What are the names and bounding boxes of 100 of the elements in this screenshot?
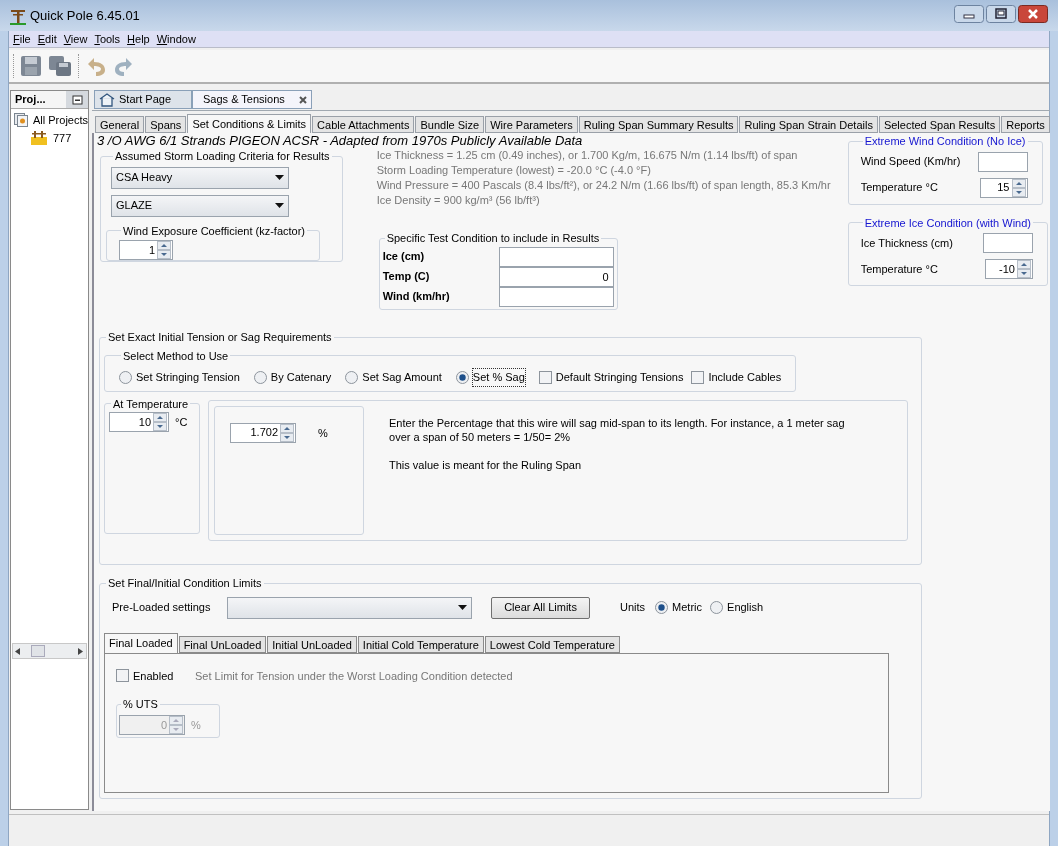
checkbox-label[interactable]: Default Stringing Tensions <box>555 369 684 386</box>
field-label: Ice (cm) <box>382 249 426 265</box>
number-spinner[interactable]: 1.702 <box>230 422 297 443</box>
hint-text: Set Limit for Tension under the Worst Loading Condition detected <box>195 668 513 684</box>
conductor-heading: 3 /O AWG 6/1 Strands PIGEON ACSR - Adapted from 1970s Publicly Available Data <box>97 133 584 148</box>
number-spinner[interactable]: -10 <box>985 259 1033 279</box>
maximize-icon[interactable] <box>986 4 1016 23</box>
radio-label[interactable]: Metric <box>672 599 703 616</box>
checkbox[interactable] <box>538 370 552 384</box>
info-text: Ice Thickness = 1.25 cm (0.49 inches), or 1.700 Kg/m, 16.675 N/m (1.14 lbs/ft) of span <box>376 148 799 163</box>
unit-label: % <box>191 717 201 733</box>
scroll-thumb[interactable] <box>31 645 45 657</box>
number-spinner[interactable]: 1 <box>119 240 174 260</box>
radio-button[interactable] <box>253 370 267 384</box>
radio-button[interactable] <box>455 370 469 384</box>
spinner-value: 1.702 <box>249 425 280 441</box>
pole-project-icon <box>30 131 48 145</box>
document-tab[interactable]: Start Page <box>94 90 193 109</box>
tab-label: Sags & Tensions <box>203 92 285 108</box>
radio-label[interactable]: Set Sag Amount <box>362 369 442 386</box>
menu-item[interactable]: File <box>13 30 31 48</box>
checkbox-label[interactable]: Enabled <box>133 667 192 684</box>
menu-item[interactable]: View <box>63 30 88 48</box>
tab[interactable]: Final Loaded <box>104 632 178 653</box>
tab[interactable]: General <box>95 116 145 133</box>
radio-label[interactable]: By Catenary <box>270 369 332 386</box>
caret-icon <box>275 203 285 208</box>
save-icon[interactable] <box>20 55 42 77</box>
radio-label[interactable]: Set Stringing Tension <box>136 369 240 386</box>
menu-item[interactable]: Help <box>127 30 150 48</box>
dropdown[interactable]: CSA Heavy <box>111 166 290 189</box>
tab[interactable]: Cable Attachments <box>312 116 415 133</box>
dropdown[interactable]: GLAZE <box>111 194 290 217</box>
window-title: Quick Pole 6.45.01 <box>30 6 140 25</box>
field-label: Wind (km/hr) <box>382 289 451 305</box>
dropdown[interactable] <box>227 596 473 619</box>
number-spinner[interactable]: 15 <box>979 177 1028 198</box>
checkbox-label[interactable]: Include Cables <box>708 369 782 386</box>
tab[interactable]: Ruling Span Strain Details <box>739 116 878 133</box>
field-label: Units <box>620 600 646 616</box>
tab[interactable]: Set Conditions & Limits <box>187 114 312 133</box>
radio-button[interactable] <box>655 601 669 614</box>
tab[interactable]: Lowest Cold Temperature <box>484 635 620 653</box>
spinner-arrows-icon <box>157 241 172 259</box>
redo-icon[interactable] <box>113 55 135 77</box>
tab[interactable]: Initial Cold Temperature <box>357 635 484 653</box>
number-spinner[interactable]: 10 <box>109 412 170 432</box>
spinner-value: 0 <box>159 717 169 733</box>
radio-button[interactable] <box>119 370 133 384</box>
tab[interactable]: Spans <box>145 116 187 133</box>
info-text: Ice Density = 900 kg/m³ (56 lb/ft³) <box>376 193 541 208</box>
input-field[interactable] <box>983 233 1033 253</box>
info-text: Storm Loading Temperature (lowest) = -20.0 °C (-4.0 °F) <box>376 163 652 178</box>
checkbox[interactable] <box>116 669 130 683</box>
clear-button[interactable]: Clear All Limits <box>491 596 591 619</box>
radio-label[interactable]: Set % Sag <box>472 369 525 386</box>
unit-label: °C <box>175 414 188 430</box>
menu-item[interactable]: Window <box>156 30 196 48</box>
field-label: Temp (C) <box>382 269 431 285</box>
spinner-arrows-icon <box>280 423 295 442</box>
minimize-icon[interactable] <box>66 91 89 108</box>
menu-item[interactable]: Tools <box>94 30 121 48</box>
document-tab[interactable]: Sags & Tensions <box>192 90 312 109</box>
tab[interactable]: Ruling Span Summary Results <box>578 116 739 133</box>
tab[interactable]: Bundle Size <box>415 116 485 133</box>
radio-button[interactable] <box>345 370 359 384</box>
checkbox[interactable] <box>691 370 705 384</box>
tab[interactable]: Selected Span Results <box>878 116 1001 133</box>
spinner-arrows-icon <box>1017 260 1031 278</box>
tab[interactable]: Wire Parameters <box>485 116 578 133</box>
close-icon[interactable] <box>298 95 307 104</box>
close-icon[interactable] <box>1018 4 1048 23</box>
minimize-icon[interactable] <box>954 4 984 23</box>
folder-icon <box>14 113 28 127</box>
radio-label[interactable]: English <box>727 599 764 616</box>
menu-item[interactable]: Edit <box>37 30 57 48</box>
tab-label: Start Page <box>119 92 172 108</box>
radio-button[interactable] <box>710 601 724 614</box>
tree-item[interactable]: All Projects <box>33 111 89 129</box>
group-title: Set Final/Initial Condition Limits <box>107 576 263 591</box>
input-field[interactable] <box>498 286 614 307</box>
spinner-arrows-icon <box>153 413 168 431</box>
group-title: Specific Test Condition to include in Results <box>385 231 601 246</box>
group-title: Extreme Wind Condition (No Ice) <box>863 134 1027 149</box>
group-title: Extreme Ice Condition (with Wind) <box>863 215 1032 231</box>
group-title: Wind Exposure Coefficient (kz-factor) <box>122 223 306 239</box>
input-field[interactable] <box>977 151 1028 172</box>
spinner-arrows-icon <box>169 715 184 734</box>
horizontal-scrollbar[interactable] <box>12 643 88 659</box>
tree-item[interactable]: 777 <box>53 129 72 147</box>
tab[interactable]: Final UnLoaded <box>178 635 267 653</box>
spinner-value: 15 <box>996 180 1011 196</box>
input-field[interactable] <box>498 246 614 267</box>
tab[interactable]: Initial UnLoaded <box>267 635 357 653</box>
tab[interactable]: Reports <box>1001 116 1050 133</box>
save-all-icon[interactable] <box>48 55 72 77</box>
group-title: Assumed Storm Loading Criteria for Results <box>114 149 331 164</box>
description-text: Enter the Percentage that this wire will sag mid-span to its length. For instance, a 1 meter sag over a span of 50 meters = 1/50= 2% <box>389 415 846 444</box>
input-field[interactable]: 0 <box>498 266 614 287</box>
spinner-value: 1 <box>147 242 157 258</box>
